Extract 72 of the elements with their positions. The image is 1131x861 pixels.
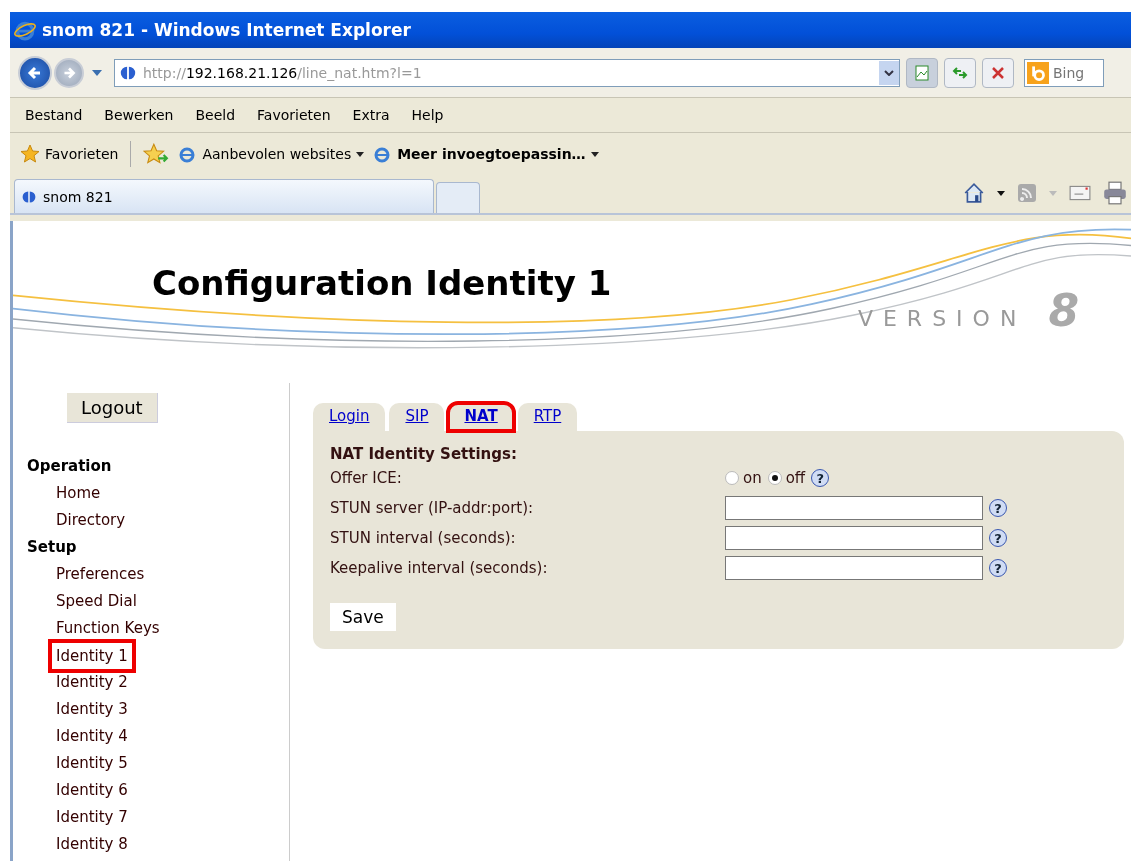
- help-button[interactable]: ?: [989, 529, 1007, 547]
- section-title: NAT Identity Settings:: [330, 445, 518, 463]
- mail-icon[interactable]: [1069, 184, 1091, 202]
- radio-label: off: [785, 469, 806, 487]
- setting-label: Offer ICE:: [330, 469, 403, 487]
- menu-item[interactable]: Bestand: [25, 107, 83, 123]
- text-field[interactable]: [725, 556, 983, 580]
- browser-logo-icon: [14, 19, 36, 41]
- tab[interactable]: NAT: [448, 403, 514, 431]
- radio-label: on: [743, 469, 762, 487]
- help-button[interactable]: ?: [811, 469, 830, 487]
- menu-item[interactable]: Bewerken: [104, 107, 174, 123]
- sidebar-link[interactable]: Identity 5: [52, 750, 132, 777]
- sidebar-link[interactable]: Identity 2: [52, 669, 132, 696]
- sidebar-link[interactable]: Preferences: [52, 561, 149, 588]
- favorites-button[interactable]: Favorieten: [20, 144, 119, 164]
- tab[interactable]: Login: [313, 403, 386, 431]
- sidebar-link[interactable]: Identity 8: [52, 831, 132, 858]
- caret-icon: [590, 151, 599, 157]
- setting-label: Keepalive interval (seconds):: [330, 559, 549, 577]
- sidebar-link[interactable]: Speed Dial: [52, 588, 141, 615]
- home-icon[interactable]: [963, 182, 985, 204]
- tab[interactable]: SIP: [389, 403, 445, 431]
- text-field[interactable]: [725, 496, 983, 520]
- sidebar-link[interactable]: Identity 3: [52, 696, 132, 723]
- sidebar-link[interactable]: Directory: [52, 507, 130, 534]
- logout-button[interactable]: Logout: [67, 393, 158, 423]
- window-title: snom 821 - Windows Internet Explorer: [42, 20, 411, 40]
- stop-button[interactable]: [982, 57, 1014, 88]
- version-number: 8: [1048, 285, 1079, 336]
- help-button[interactable]: ?: [989, 499, 1007, 517]
- caret-icon: [356, 151, 365, 157]
- setting-label: STUN interval (seconds):: [330, 529, 517, 547]
- setting-label: STUN server (IP-addr:port):: [330, 499, 535, 517]
- radio-button[interactable]: [767, 471, 782, 485]
- sidebar-link[interactable]: Home: [52, 480, 105, 507]
- compatibility-button[interactable]: [906, 57, 938, 88]
- refresh-button[interactable]: [944, 57, 976, 88]
- address-field[interactable]: http://192.168.21.126/line_nat.htm?l=1: [114, 58, 900, 87]
- menu-item[interactable]: Help: [411, 107, 444, 123]
- star-icon: [20, 144, 40, 164]
- help-button[interactable]: ?: [989, 559, 1007, 577]
- version-label: VERSION: [857, 306, 1027, 331]
- menu-item[interactable]: Extra: [352, 107, 390, 123]
- search-field[interactable]: Bing: [1024, 58, 1104, 87]
- browser-tab[interactable]: snom 821: [14, 179, 434, 213]
- print-icon[interactable]: [1103, 181, 1127, 205]
- text-field[interactable]: [725, 526, 983, 550]
- sidebar-link[interactable]: Identity 6: [52, 777, 132, 804]
- close-icon: [990, 64, 1006, 81]
- sidebar-heading: Setup: [27, 537, 78, 558]
- address-dropdown-button[interactable]: [879, 60, 899, 85]
- back-button[interactable]: [18, 55, 52, 90]
- caret-icon: [1049, 190, 1057, 196]
- caret-icon[interactable]: [997, 190, 1005, 196]
- sidebar-heading: Operation: [27, 456, 113, 477]
- add-favorite-icon[interactable]: [143, 143, 170, 165]
- sidebar-link[interactable]: Identity 7: [52, 804, 132, 831]
- page-title: Configuration Identity 1: [152, 263, 612, 303]
- favorites-bar-link[interactable]: Aanbevolen websites: [177, 144, 365, 164]
- radio-button[interactable]: [725, 471, 739, 485]
- menu-item[interactable]: Beeld: [195, 107, 236, 123]
- history-dropdown-icon[interactable]: [92, 69, 102, 76]
- refresh-icon: [952, 64, 968, 81]
- chevron-icon: [884, 69, 894, 76]
- menu-item[interactable]: Favorieten: [257, 107, 331, 123]
- favorites-bar-link[interactable]: Meer invoegtoepassin…: [372, 144, 599, 164]
- tab[interactable]: RTP: [517, 403, 578, 431]
- sidebar-link[interactable]: Identity 4: [52, 723, 132, 750]
- page-chart-icon: [914, 64, 930, 81]
- sidebar-link[interactable]: Function Keys: [52, 615, 164, 642]
- save-button[interactable]: Save: [330, 603, 396, 631]
